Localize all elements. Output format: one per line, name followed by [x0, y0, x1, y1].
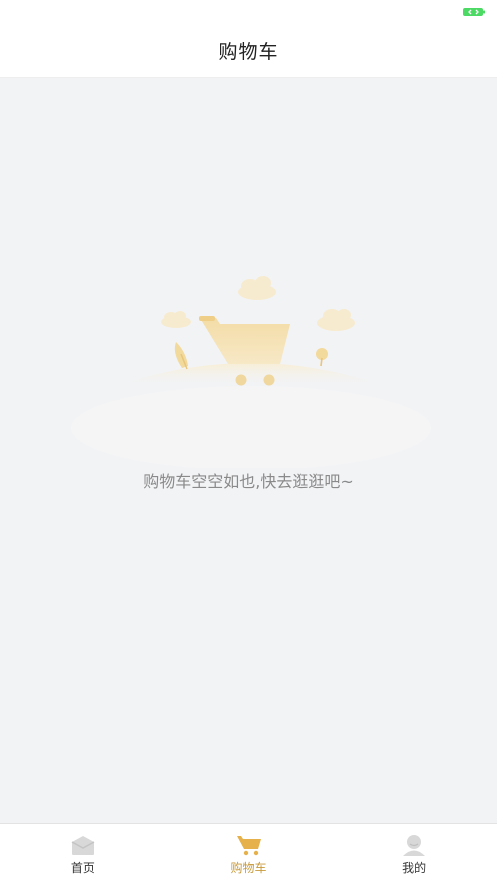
user-icon — [403, 835, 426, 856]
empty-cart-illustration — [71, 276, 431, 468]
cart-icon — [236, 836, 261, 856]
cart-content: 购物车空空如也,快去逛逛吧~ — [0, 78, 497, 823]
status-bar — [0, 0, 497, 24]
tab-home[interactable]: 首页 — [0, 824, 166, 884]
tab-mine-label: 我的 — [402, 861, 427, 875]
tab-cart-label: 购物车 — [230, 861, 267, 875]
tab-bar: 首页 购物车 我的 — [0, 823, 497, 884]
tab-cart[interactable]: 购物车 — [166, 824, 332, 884]
page-title: 购物车 — [218, 41, 279, 63]
tab-mine[interactable]: 我的 — [331, 824, 497, 884]
tab-home-label: 首页 — [70, 861, 95, 875]
home-icon — [71, 836, 95, 855]
nav-bar: 购物车 — [0, 24, 497, 78]
empty-cart-message: 购物车空空如也,快去逛逛吧~ — [143, 472, 354, 491]
battery-icon — [463, 8, 485, 16]
